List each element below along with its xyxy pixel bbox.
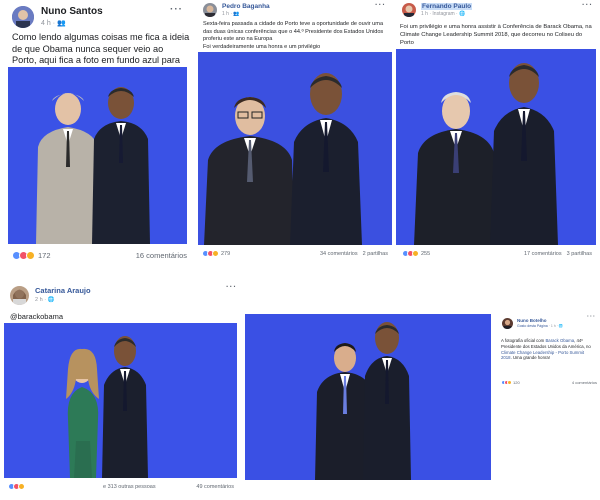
privacy-friends-icon: · 👥 [230,11,240,17]
post-header: Nuno Santos 4 h · 👥 [12,6,103,28]
post-text: A fotografia oficial com Barack Obama, 4… [501,338,595,361]
avatar[interactable] [203,3,217,17]
mention-link[interactable]: Barack Obama [545,338,574,343]
wow-icon [507,380,512,385]
post-nuno-botelho: Nuno Botelho Gosto desta Página · 1 h · … [245,312,600,487]
post-header: Pedro Baganha 1 h · 👥 [203,3,270,17]
privacy-public-icon: · 🌐 [456,11,466,17]
reaction-count[interactable]: 279 [221,251,230,257]
comment-count[interactable]: 4 comentários [572,380,597,385]
post-pedro-baganha: Pedro Baganha 1 h · 👥 ··· Sexta-feira pa… [198,0,392,265]
comment-count[interactable]: 49 comentários [196,484,234,490]
share-count[interactable]: 3 partilhas [567,251,592,257]
reaction-icons[interactable]: 255 [402,250,430,257]
comment-count[interactable]: 34 comentários [320,251,358,257]
avatar[interactable] [10,286,29,305]
post-time[interactable]: 4 h [41,20,51,27]
reaction-icons[interactable]: 172 [12,251,51,260]
wow-icon [412,250,419,257]
more-options-icon[interactable]: ··· [587,314,596,320]
post-text: Foi um privilégio e uma honra assistir à… [400,24,592,46]
post-photo[interactable] [8,67,187,244]
reaction-count[interactable]: e 313 outras pessoas [103,484,156,490]
comment-count[interactable]: 17 comentários [524,251,562,257]
more-options-icon[interactable]: ··· [226,282,237,291]
avatar[interactable] [402,3,416,17]
post-photo[interactable] [198,52,392,245]
post-photo[interactable] [4,323,237,478]
post-footer: 255 17 comentários 3 partilhas [402,250,592,257]
avatar[interactable] [12,6,34,28]
post-catarina-araujo: Catarina Araujo 2 h · 🌐 ··· @barackobama [0,282,240,500]
post-time[interactable]: 1 h [222,11,229,17]
post-time[interactable]: 2 h [35,297,43,303]
author-name[interactable]: Catarina Araujo [35,286,91,295]
author-name[interactable]: Fernando Paulo [421,3,473,10]
post-photo[interactable] [245,314,491,480]
reaction-count[interactable]: 172 [38,251,51,260]
reaction-icons[interactable]: 120 [501,380,520,385]
post-text: Sexta-feira passada a cidade do Porto te… [203,21,384,43]
reaction-icons[interactable]: 279 [202,250,230,257]
privacy-public-icon: · 🌐 [44,297,55,303]
privacy-friends-icon: · 👥 [52,20,66,27]
post-source[interactable]: Instagram [432,11,454,17]
post-footer: 172 16 comentários [12,251,187,260]
post-footer: 120 4 comentários [501,380,597,385]
wow-icon [212,250,219,257]
post-footer: e 313 outras pessoas 49 comentários [8,483,234,490]
reaction-count[interactable]: 120 [513,380,520,385]
post-fernando-paulo: Fernando Paulo 1 h · Instagram · 🌐 ··· F… [396,0,600,265]
post-photo[interactable] [396,49,596,245]
page-like-link[interactable]: Gosto desta Página [517,324,548,328]
author-name[interactable]: Pedro Baganha [222,3,270,10]
reaction-count[interactable]: 255 [421,251,430,257]
post-header: Fernando Paulo 1 h · Instagram · 🌐 [402,3,473,17]
more-options-icon[interactable]: ··· [375,0,386,9]
post-time[interactable]: 1 h [421,11,428,17]
post-text-part: A fotografia oficial com [501,338,546,343]
author-name[interactable]: Nuno Botelho [517,318,563,323]
comment-count[interactable]: 16 comentários [136,251,187,260]
share-count[interactable]: 2 partilhas [363,251,388,257]
reaction-icons[interactable]: e 313 outras pessoas [8,483,156,490]
more-options-icon[interactable]: ··· [170,4,183,15]
post-nuno-santos: Nuno Santos 4 h · 👥 ··· Como lendo algum… [0,0,195,265]
avatar[interactable] [502,318,513,329]
author-name[interactable]: Nuno Santos [41,6,103,17]
post-header: Catarina Araujo 2 h · 🌐 [10,286,91,305]
privacy-public-icon: · 🌐 [556,324,564,328]
wow-icon [26,251,35,260]
post-text: @barackobama [10,312,64,321]
post-time[interactable]: 1 h [551,324,556,328]
post-text-part: . Uma grande honra! [510,355,550,361]
post-text-2: Foi verdadeiramente uma honra e um privi… [203,44,321,50]
post-footer: 279 34 comentários 2 partilhas [202,250,388,257]
wow-icon [18,483,25,490]
post-header: Nuno Botelho Gosto desta Página · 1 h · … [502,318,563,329]
more-options-icon[interactable]: ··· [582,0,593,9]
